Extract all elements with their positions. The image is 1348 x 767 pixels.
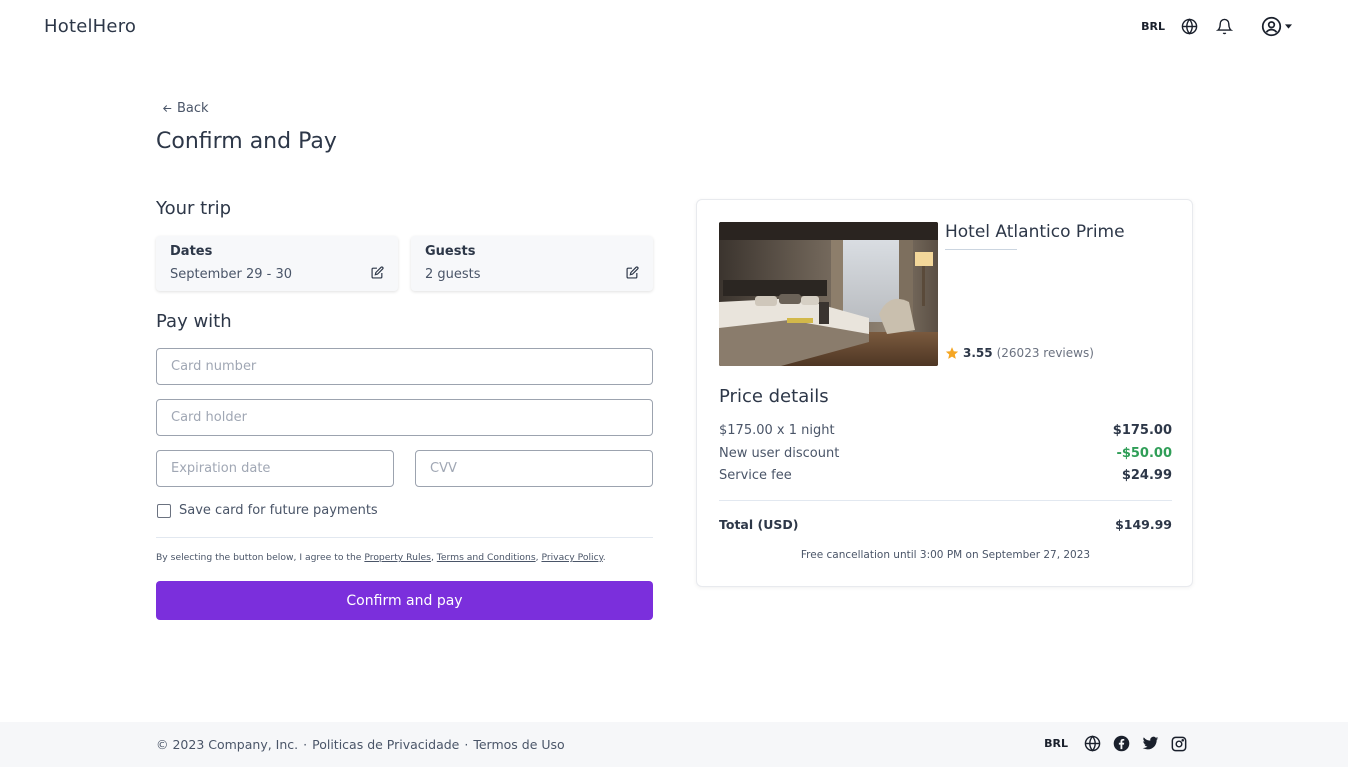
agreement-text: By selecting the button below, I agree t…	[156, 552, 606, 563]
confirm-and-pay-button[interactable]: Confirm and pay	[156, 581, 653, 620]
dates-card: Dates September 29 - 30	[156, 236, 398, 291]
property-rules-link[interactable]: Property Rules	[364, 552, 431, 563]
footer-actions: BRL	[1044, 735, 1187, 752]
header-actions: BRL	[1141, 16, 1292, 37]
star-icon	[945, 346, 959, 360]
price-divider	[719, 500, 1172, 501]
price-label: Service fee	[719, 468, 792, 483]
hotel-rating: 3.55 (26023 reviews)	[945, 346, 1094, 360]
globe-icon[interactable]	[1181, 18, 1198, 35]
guests-label: Guests	[425, 244, 476, 259]
total-row: Total (USD) $149.99	[719, 517, 1172, 532]
total-amount: $149.99	[1115, 517, 1172, 532]
expiration-date-input[interactable]	[156, 450, 394, 487]
dates-value: September 29 - 30	[170, 267, 293, 282]
price-row-discount: New user discount -$50.00	[719, 446, 1172, 461]
privacy-policy-link[interactable]: Privacy Policy	[541, 552, 602, 563]
divider	[156, 537, 653, 538]
rating-score: 3.55	[963, 346, 993, 360]
guests-card: Guests 2 guests	[411, 236, 653, 291]
edit-dates-icon[interactable]	[371, 266, 384, 279]
card-holder-input[interactable]	[156, 399, 653, 436]
terms-of-use-link[interactable]: Termos de Uso	[473, 737, 564, 752]
caret-down-icon	[1285, 24, 1292, 29]
agreement-suffix: .	[602, 552, 606, 563]
price-label: $175.00 x 1 night	[719, 423, 835, 438]
page-title: Confirm and Pay	[156, 129, 337, 154]
save-card-label: Save card for future payments	[179, 503, 378, 518]
facebook-icon[interactable]	[1113, 735, 1130, 752]
cvv-input[interactable]	[415, 450, 653, 487]
save-card-checkbox[interactable]	[157, 503, 171, 518]
globe-icon[interactable]	[1084, 735, 1101, 752]
back-link[interactable]: Back	[163, 101, 209, 116]
top-navbar: HotelHero BRL	[0, 0, 1348, 56]
trip-section-title: Your trip	[156, 198, 232, 219]
price-row-service-fee: Service fee $24.99	[719, 468, 1172, 483]
bell-icon[interactable]	[1216, 18, 1233, 35]
arrow-left-icon	[163, 104, 172, 113]
currency-selector[interactable]: BRL	[1141, 20, 1165, 33]
user-circle-icon	[1261, 16, 1282, 37]
copyright-text: © 2023 Company, Inc.	[156, 737, 299, 752]
hotel-name: Hotel Atlantico Prime	[945, 222, 1125, 242]
price-amount: $24.99	[1121, 468, 1172, 483]
footer-currency-selector[interactable]: BRL	[1044, 737, 1068, 750]
guests-value: 2 guests	[425, 267, 481, 282]
back-label: Back	[177, 101, 209, 116]
booking-summary-card: Hotel Atlantico Prime 3.55 (26023 review…	[696, 199, 1193, 587]
hotel-name-underline	[945, 249, 1017, 250]
price-label: New user discount	[719, 446, 840, 461]
cancellation-note: Free cancellation until 3:00 PM on Septe…	[800, 549, 1091, 561]
terms-link[interactable]: Terms and Conditions	[437, 552, 536, 563]
price-row-nights: $175.00 x 1 night $175.00	[719, 423, 1172, 438]
footer-separator: ·	[303, 737, 308, 752]
footer: © 2023 Company, Inc. · Politicas de Priv…	[0, 722, 1348, 767]
brand-logo[interactable]: HotelHero	[44, 16, 136, 37]
discount-amount: -$50.00	[1116, 446, 1172, 461]
footer-separator: ·	[464, 737, 469, 752]
footer-links: © 2023 Company, Inc. · Politicas de Priv…	[156, 737, 565, 752]
save-card-option[interactable]: Save card for future payments	[157, 503, 378, 518]
twitter-icon[interactable]	[1142, 735, 1159, 752]
hotel-photo	[719, 222, 938, 366]
agreement-prefix: By selecting the button below, I agree t…	[156, 552, 365, 563]
user-menu[interactable]	[1261, 16, 1292, 37]
edit-guests-icon[interactable]	[626, 266, 639, 279]
review-count: (26023 reviews)	[996, 346, 1094, 360]
total-label: Total (USD)	[719, 517, 799, 532]
dates-label: Dates	[170, 244, 213, 259]
privacy-link[interactable]: Politicas de Privacidade	[312, 737, 459, 752]
pay-section-title: Pay with	[156, 311, 232, 332]
instagram-icon[interactable]	[1171, 736, 1187, 752]
price-amount: $175.00	[1112, 423, 1172, 438]
card-number-input[interactable]	[156, 348, 653, 385]
price-details-title: Price details	[719, 386, 829, 407]
